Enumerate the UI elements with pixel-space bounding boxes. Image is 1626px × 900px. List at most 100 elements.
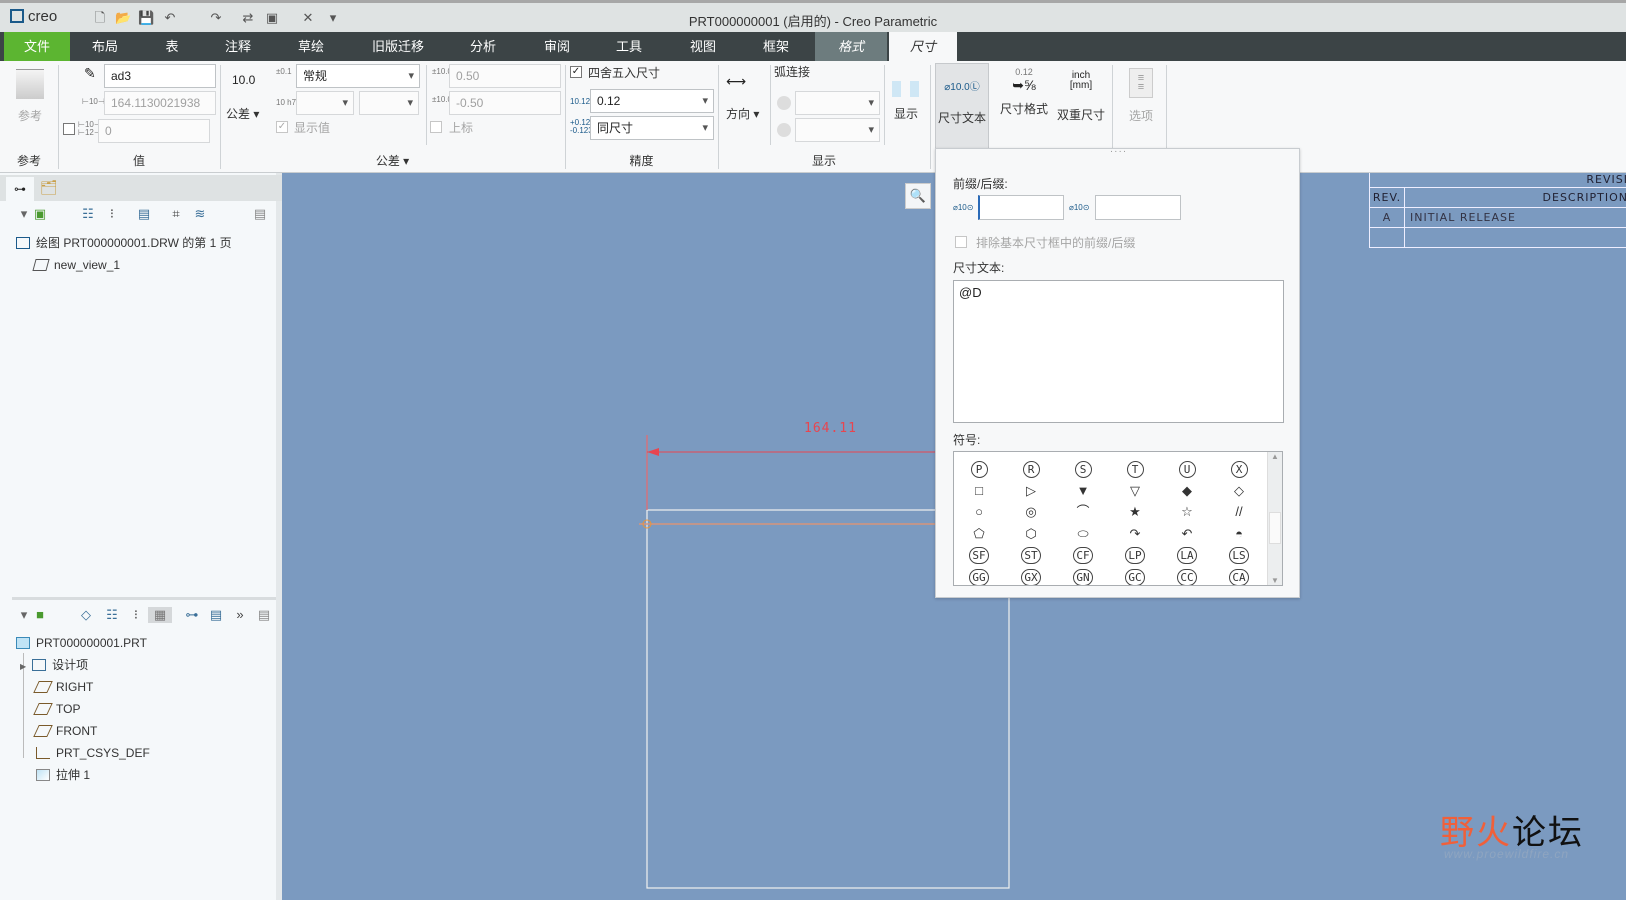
tree-item-extrude[interactable]: 拉伸 1 <box>36 765 90 785</box>
lower-tolerance-input[interactable]: -0.50 <box>449 91 561 115</box>
tree-filter-icon[interactable]: ☷ <box>80 206 96 222</box>
more-icon[interactable]: » <box>232 607 248 623</box>
symbol-0-1[interactable]: R <box>1011 459 1051 479</box>
arc-join-select-1[interactable] <box>795 91 880 115</box>
folder-browser-tab[interactable]: 🗂 <box>40 179 58 196</box>
visibility-table-icon[interactable]: ▦ <box>148 607 172 623</box>
exclude-basic-checkbox[interactable] <box>955 236 967 248</box>
tab-frame[interactable]: 框架 <box>751 32 801 61</box>
symbol-5-4[interactable]: CC <box>1167 567 1207 585</box>
symbol-4-3[interactable]: LP <box>1115 545 1155 565</box>
superscript-checkbox[interactable] <box>430 121 442 133</box>
override-value-checkbox[interactable] <box>63 123 75 135</box>
symbol-2-3[interactable]: ★ <box>1115 502 1155 522</box>
symbol-1-4[interactable]: ◆ <box>1167 481 1207 501</box>
expand-dropdown-icon[interactable]: ▾ <box>16 607 32 623</box>
symbol-0-4[interactable]: U <box>1167 459 1207 479</box>
tree-item-design-items[interactable]: ▶ 设计项 <box>20 655 88 675</box>
tolerance-group-dropdown[interactable]: 公差 ▾ <box>220 152 565 169</box>
symbol-2-1[interactable]: ◎ <box>1011 502 1051 522</box>
tab-format[interactable]: 格式 <box>815 32 887 61</box>
symbol-3-3[interactable]: ↷ <box>1115 524 1155 544</box>
symbol-1-2[interactable]: ▼ <box>1063 481 1103 501</box>
symbol-3-2[interactable]: ⬭ <box>1063 524 1103 544</box>
symbol-1-1[interactable]: ▷ <box>1011 481 1051 501</box>
symbol-1-5[interactable]: ◇ <box>1219 481 1259 501</box>
decimal-places-select[interactable]: 0.12 <box>590 89 714 113</box>
drawing-icon[interactable]: ▣ <box>32 206 48 222</box>
symbol-2-5[interactable]: // <box>1219 502 1259 522</box>
arc-join-select-2[interactable] <box>795 118 880 142</box>
dimension-text-area[interactable]: @D <box>953 280 1284 423</box>
symbol-3-1[interactable]: ⬡ <box>1011 524 1051 544</box>
tree-item-top-plane[interactable]: TOP <box>33 699 80 719</box>
tree-columns-icon[interactable]: ⁝ <box>128 607 144 623</box>
symbol-3-5[interactable]: ◓ <box>1219 524 1259 544</box>
show-details-icon[interactable]: ▤ <box>252 206 268 222</box>
suffix-input[interactable] <box>1095 195 1181 220</box>
symbol-4-0[interactable]: SF <box>959 545 999 565</box>
arc-join-radio-1[interactable] <box>777 96 791 110</box>
settings-table-icon[interactable]: ▤ <box>136 206 152 222</box>
tab-tools[interactable]: 工具 <box>604 32 654 61</box>
prefix-input[interactable] <box>978 195 1064 220</box>
dimension-value-text[interactable]: 164.11 <box>804 421 857 436</box>
tab-review[interactable]: 审阅 <box>532 32 582 61</box>
symbol-0-3[interactable]: T <box>1115 459 1155 479</box>
tab-view[interactable]: 视图 <box>678 32 728 61</box>
dimension-name-input[interactable]: ad3 <box>104 64 216 88</box>
symbol-3-4[interactable]: ↶ <box>1167 524 1207 544</box>
sheet-icon[interactable]: ⌗ <box>168 206 184 222</box>
tree-item-right-plane[interactable]: RIGHT <box>33 677 93 697</box>
show-value-checkbox[interactable]: ✓ <box>276 121 288 133</box>
symbol-2-4[interactable]: ☆ <box>1167 502 1207 522</box>
override-value-input[interactable]: 0 <box>98 119 210 143</box>
expand-arrow-icon[interactable]: ▶ <box>20 662 26 671</box>
scrollbar-thumb[interactable] <box>1269 512 1281 544</box>
reference-button[interactable]: 参考 <box>6 63 54 155</box>
model-tree-tab[interactable]: ⊶ <box>6 177 34 201</box>
round-dimension-checkbox[interactable]: ✓ <box>570 66 582 78</box>
dual-dimension-button[interactable]: inch [mm] 双重尺寸 <box>1053 63 1109 155</box>
tree-item-csys[interactable]: PRT_CSYS_DEF <box>36 743 150 763</box>
part-icon[interactable]: ■ <box>32 607 48 623</box>
upper-tolerance-input[interactable]: 0.50 <box>449 64 561 88</box>
tree-item-drawing-sheet[interactable]: 绘图 PRT000000001.DRW 的第 1 页 <box>16 233 232 253</box>
tab-sketch[interactable]: 草绘 <box>286 32 336 61</box>
symbol-4-4[interactable]: LA <box>1167 545 1207 565</box>
tolerance-display-dropdown[interactable]: 公差 ▾ <box>226 105 259 122</box>
symbol-0-5[interactable]: X <box>1219 459 1259 479</box>
tab-dimension[interactable]: 尺寸 <box>889 32 957 61</box>
dimension-value-input[interactable]: 164.1130021938 <box>104 91 216 115</box>
panel-splitter[interactable] <box>12 597 276 600</box>
options-button[interactable]: ≡ ≡ 选项 <box>1116 63 1166 155</box>
panel-grip[interactable]: ···· <box>936 146 1301 157</box>
tree-columns-icon[interactable]: ⁝ <box>104 206 120 222</box>
symbol-5-3[interactable]: GC <box>1115 567 1155 585</box>
tab-analysis[interactable]: 分析 <box>458 32 508 61</box>
symbol-5-1[interactable]: GX <box>1011 567 1051 585</box>
settings-table-icon[interactable]: ▤ <box>208 607 224 623</box>
symbol-0-2[interactable]: S <box>1063 459 1103 479</box>
show-details-icon[interactable]: ▤ <box>256 607 272 623</box>
symbol-3-0[interactable]: ⬠ <box>959 524 999 544</box>
tab-annotate[interactable]: 注释 <box>213 32 263 61</box>
tab-file[interactable]: 文件 <box>4 32 70 61</box>
symbol-5-0[interactable]: GG <box>959 567 999 585</box>
layers-icon[interactable]: ≋ <box>192 206 208 222</box>
symbol-2-2[interactable]: ⌒ <box>1063 502 1103 522</box>
symbol-5-5[interactable]: CA <box>1219 567 1259 585</box>
symbol-4-5[interactable]: LS <box>1219 545 1259 565</box>
direction-dropdown[interactable]: 方向 ▾ <box>726 105 759 122</box>
tree-item-part[interactable]: PRT000000001.PRT <box>16 633 147 653</box>
symbol-1-3[interactable]: ▽ <box>1115 481 1155 501</box>
shaft-fit-select[interactable] <box>359 91 419 115</box>
symbol-1-0[interactable]: □ <box>959 481 999 501</box>
filter-icon[interactable]: ⊶ <box>184 607 200 623</box>
tree-item-front-plane[interactable]: FRONT <box>33 721 97 741</box>
symbol-2-0[interactable]: ○ <box>959 502 999 522</box>
display-button[interactable]: 显示 <box>894 105 918 122</box>
dimension-text-button[interactable]: ⌀10.0Ⓛ 尺寸文本 <box>935 63 989 155</box>
expand-dropdown-icon[interactable]: ▾ <box>16 206 32 222</box>
tolerance-decimals-select[interactable]: 同尺寸 <box>590 116 714 140</box>
